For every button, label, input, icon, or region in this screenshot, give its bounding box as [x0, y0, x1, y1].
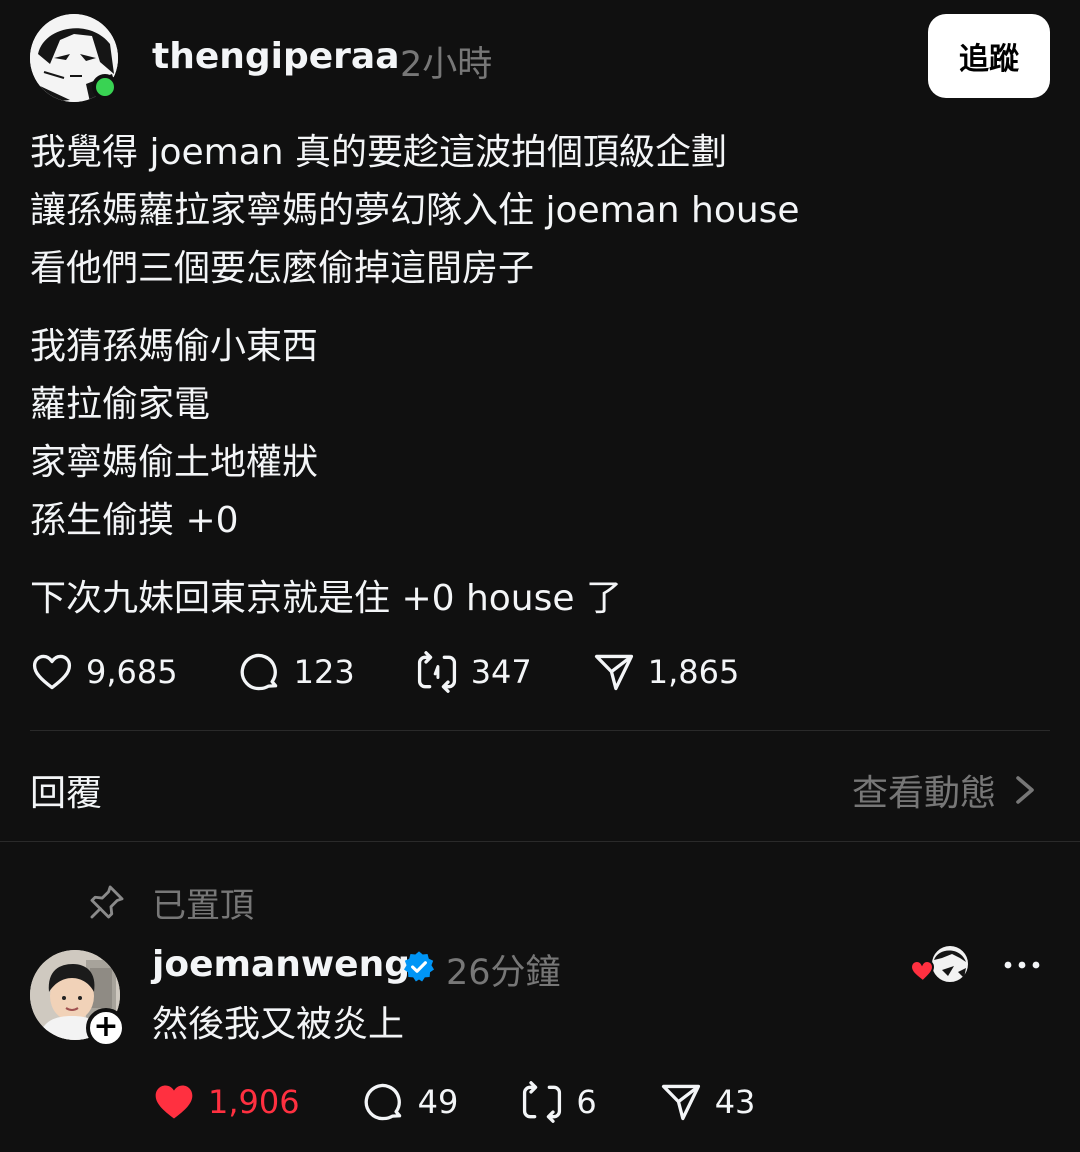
reply-share-button[interactable]: 43	[659, 1080, 756, 1124]
post-line: 讓孫媽蘿拉家寧媽的夢幻隊入住 joeman house	[30, 190, 800, 231]
reply-username[interactable]: joemanweng	[152, 944, 410, 985]
post-line: 我覺得 joeman 真的要趁這波拍個頂級企劃	[30, 132, 728, 173]
online-status-dot	[92, 74, 118, 100]
reply-share-count: 43	[714, 1083, 756, 1121]
comment-count: 123	[293, 653, 355, 691]
share-icon	[661, 1084, 700, 1121]
post-header: thengiperaa 2小時 追蹤	[30, 14, 1050, 102]
pinned-label: 已置頂	[152, 885, 254, 926]
post-body: 我覺得 joeman 真的要趁這波拍個頂級企劃 讓孫媽蘿拉家寧媽的夢幻隊入住 j…	[30, 124, 1050, 648]
reply-comment-button[interactable]: 49	[362, 1080, 459, 1124]
reply-timestamp: 26分鐘	[446, 953, 561, 993]
post-line: 我猜孫媽偷小東西	[30, 326, 319, 367]
repost-count: 347	[470, 653, 532, 691]
more-icon[interactable]	[1000, 950, 1044, 980]
chevron-right-icon	[1016, 776, 1034, 804]
view-activity-label: 查看動態	[851, 773, 996, 814]
comment-icon	[240, 653, 277, 691]
share-count: 1,865	[647, 653, 740, 691]
reply-like-count: 1,906	[208, 1083, 300, 1121]
verified-icon	[403, 951, 435, 982]
comment-icon	[364, 1083, 401, 1121]
post-paragraph: 我猜孫媽偷小東西 蘿拉偷家電 家寧媽偷土地權狀 孫生偷摸 +0	[30, 318, 1050, 550]
liked-by-author-icon	[909, 944, 970, 984]
like-button[interactable]: 9,685	[30, 650, 178, 694]
post-paragraph: 下次九妹回東京就是住 +0 house 了	[30, 570, 1050, 628]
like-count: 9,685	[86, 653, 178, 691]
section-divider	[0, 841, 1080, 842]
follow-button[interactable]: 追蹤	[928, 14, 1050, 98]
heart-filled-icon	[155, 1085, 193, 1119]
reply-activity-row: 回覆 查看動態	[30, 756, 1050, 816]
post-line: 看他們三個要怎麼偷掉這間房子	[30, 248, 535, 289]
post-line: 下次九妹回東京就是住 +0 house 了	[30, 578, 622, 619]
replies-tab[interactable]: 回覆	[30, 764, 102, 816]
follow-plus-button[interactable]: +	[86, 1008, 126, 1048]
actions-divider	[30, 730, 1050, 731]
post-line: 孫生偷摸 +0	[30, 500, 239, 541]
reply-comment-count: 49	[417, 1083, 459, 1121]
view-activity-link[interactable]: 查看動態	[852, 764, 1038, 816]
reply-actions: 1,906 49 6 43	[152, 1078, 817, 1126]
author-username[interactable]: thengiperaa	[152, 36, 400, 77]
repost-icon	[417, 651, 456, 693]
post-timestamp: 2小時	[400, 45, 493, 85]
reply-text: 然後我又被炎上	[152, 1004, 405, 1045]
post-paragraph: 我覺得 joeman 真的要趁這波拍個頂級企劃 讓孫媽蘿拉家寧媽的夢幻隊入住 j…	[30, 124, 1050, 298]
post-line: 蘿拉偷家電	[30, 384, 211, 425]
reply-like-button[interactable]: 1,906	[152, 1080, 300, 1124]
share-button[interactable]: 1,865	[592, 650, 740, 694]
post-actions: 9,685 123 347 1,865	[30, 648, 799, 696]
reply-repost-button[interactable]: 6	[520, 1080, 597, 1124]
reply-repost-count: 6	[576, 1083, 597, 1121]
repost-icon	[523, 1081, 562, 1123]
comment-button[interactable]: 123	[238, 650, 355, 694]
author-liked-indicator	[908, 944, 972, 988]
pin-icon	[90, 885, 124, 919]
share-icon	[594, 654, 633, 691]
repost-button[interactable]: 347	[415, 650, 532, 694]
heart-icon	[32, 654, 72, 690]
post-line: 家寧媽偷土地權狀	[30, 442, 319, 483]
pinned-indicator: 已置頂	[88, 876, 254, 928]
plus-icon: +	[93, 1009, 119, 1044]
